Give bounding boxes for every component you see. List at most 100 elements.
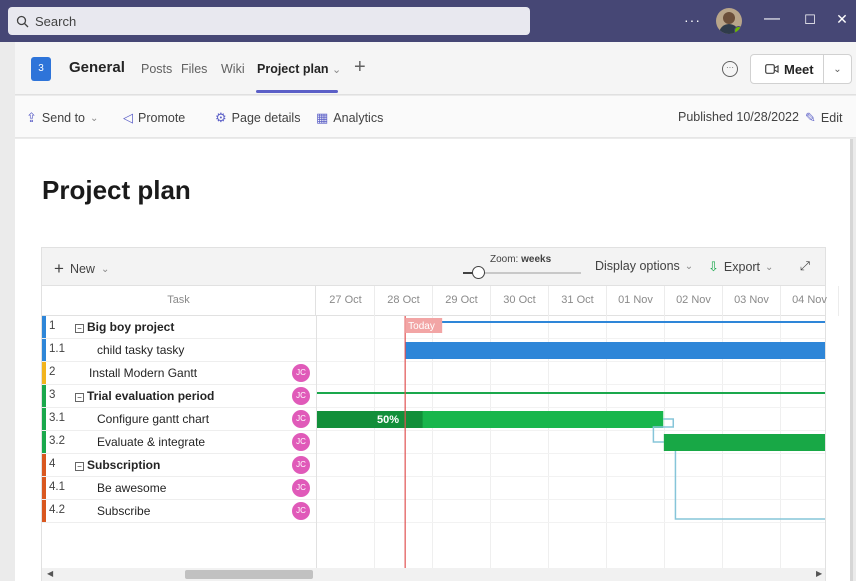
maximize-button[interactable]: ☐ bbox=[799, 12, 821, 28]
more-options-icon[interactable]: ··· bbox=[684, 12, 701, 28]
tab-wiki[interactable]: Wiki bbox=[221, 62, 245, 76]
task-row[interactable]: 4.2 Subscribe JC bbox=[42, 500, 316, 523]
send-to-button[interactable]: ⇪ Send to ⌄ bbox=[26, 110, 98, 126]
date-header: 04 Nov bbox=[781, 286, 839, 316]
chevron-down-icon: ⌄ bbox=[332, 64, 342, 76]
page-details-label: Page details bbox=[231, 111, 301, 125]
assignee-avatar[interactable]: JC bbox=[292, 387, 310, 405]
title-bar: Search ··· — ☐ ✕ bbox=[0, 0, 856, 42]
pencil-icon: ✎ bbox=[805, 110, 816, 125]
share-icon: ⇪ bbox=[26, 110, 37, 125]
avatar-face bbox=[723, 12, 735, 24]
task-row[interactable]: 1 − Big boy project bbox=[42, 316, 316, 339]
timeline-svg: 50% Today bbox=[317, 316, 825, 569]
task-name[interactable]: Subscribe bbox=[97, 504, 150, 518]
tab-project-plan[interactable]: Project plan ⌄ bbox=[257, 62, 341, 76]
task-bar bbox=[405, 342, 825, 359]
task-row[interactable]: 3.2 Evaluate & integrate JC bbox=[42, 431, 316, 454]
zoom-label: Zoom: weeks bbox=[490, 254, 551, 265]
task-name[interactable]: Be awesome bbox=[97, 481, 166, 495]
meet-dropdown-chevron-icon[interactable]: ⌄ bbox=[824, 64, 851, 75]
export-button[interactable]: ⇩ Export ⌄ bbox=[708, 259, 773, 275]
team-icon[interactable]: 3 bbox=[31, 57, 51, 81]
scroll-right-icon[interactable]: ▶ bbox=[816, 569, 822, 578]
task-row[interactable]: 2 Install Modern Gantt JC bbox=[42, 362, 316, 385]
page-content: Project plan + New ⌄ Zoom: weeks Display… bbox=[15, 139, 853, 581]
export-icon: ⇩ bbox=[708, 259, 719, 274]
dependency-connector bbox=[674, 451, 825, 520]
gantt-chart: + New ⌄ Zoom: weeks Display options ⌄ ⇩ … bbox=[41, 247, 839, 581]
page-details-button[interactable]: ⚙ Page details bbox=[215, 110, 300, 126]
task-name[interactable]: child tasky tasky bbox=[97, 343, 184, 357]
chevron-down-icon: ⌄ bbox=[765, 261, 774, 273]
task-row[interactable]: 3.1 Configure gantt chart JC bbox=[42, 408, 316, 431]
task-name[interactable]: Install Modern Gantt bbox=[89, 366, 197, 380]
page-toolbar: ⇪ Send to ⌄ ◁ Promote ⚙ Page details ▦ A… bbox=[15, 96, 856, 138]
send-to-label: Send to bbox=[41, 111, 85, 125]
collapse-icon[interactable]: − bbox=[75, 393, 84, 402]
add-tab-button[interactable]: + bbox=[354, 56, 366, 79]
date-header: 01 Nov bbox=[607, 286, 665, 316]
task-name[interactable]: Configure gantt chart bbox=[97, 412, 209, 426]
scroll-left-icon[interactable]: ◀ bbox=[47, 569, 53, 578]
collapse-icon[interactable]: − bbox=[75, 462, 84, 471]
chevron-down-icon: ⌄ bbox=[100, 263, 110, 275]
task-name[interactable]: − Subscription bbox=[75, 458, 160, 472]
user-avatar[interactable] bbox=[716, 8, 742, 34]
task-row[interactable]: 4.1 Be awesome JC bbox=[42, 477, 316, 500]
task-name[interactable]: − Big boy project bbox=[75, 320, 174, 334]
expand-icon[interactable]: ⤢ bbox=[800, 259, 810, 274]
meet-button[interactable]: Meet ⌄ bbox=[750, 54, 852, 84]
new-task-button[interactable]: + New ⌄ bbox=[54, 259, 109, 279]
task-color-bar bbox=[42, 431, 46, 453]
assignee-avatar[interactable]: JC bbox=[292, 479, 310, 497]
tab-posts[interactable]: Posts bbox=[141, 62, 172, 76]
date-header: 02 Nov bbox=[665, 286, 723, 316]
task-color-bar bbox=[42, 477, 46, 499]
task-name[interactable]: Evaluate & integrate bbox=[97, 435, 205, 449]
analytics-button[interactable]: ▦ Analytics bbox=[316, 110, 383, 126]
progress-label: 50% bbox=[377, 414, 399, 426]
zoom-prefix: Zoom: bbox=[490, 254, 522, 265]
assignee-avatar[interactable]: JC bbox=[292, 456, 310, 474]
search-placeholder: Search bbox=[35, 13, 77, 29]
scroll-thumb[interactable] bbox=[185, 570, 313, 579]
analytics-label: Analytics bbox=[333, 111, 384, 125]
date-header: 31 Oct bbox=[549, 286, 607, 316]
chevron-down-icon: ⌄ bbox=[684, 260, 694, 272]
collapse-icon[interactable]: − bbox=[75, 324, 84, 333]
edit-label: Edit bbox=[820, 111, 843, 125]
task-row[interactable]: 1.1 child tasky tasky bbox=[42, 339, 316, 362]
task-number: 1.1 bbox=[49, 343, 65, 355]
date-header: 29 Oct bbox=[433, 286, 491, 316]
chevron-down-icon: ⌄ bbox=[90, 112, 99, 124]
meet-button-main[interactable]: Meet bbox=[751, 62, 823, 77]
task-number: 4.2 bbox=[49, 504, 65, 516]
megaphone-icon: ◁ bbox=[123, 110, 133, 125]
chat-icon[interactable]: ··· bbox=[722, 61, 738, 77]
task-color-bar bbox=[42, 408, 46, 430]
edit-button[interactable]: ✎ Edit bbox=[805, 110, 842, 126]
task-number: 3 bbox=[49, 389, 56, 401]
display-options-button[interactable]: Display options ⌄ bbox=[595, 259, 693, 273]
date-header: 30 Oct bbox=[491, 286, 549, 316]
horizontal-scrollbar[interactable]: ◀ ▶ bbox=[42, 568, 825, 581]
task-row[interactable]: 3 − Trial evaluation period JC bbox=[42, 385, 316, 408]
minimize-button[interactable]: — bbox=[761, 10, 783, 28]
assignee-avatar[interactable]: JC bbox=[292, 364, 310, 382]
search-input[interactable]: Search bbox=[8, 7, 530, 35]
promote-button[interactable]: ◁ Promote bbox=[123, 110, 185, 126]
tab-files[interactable]: Files bbox=[181, 62, 207, 76]
gantt-toolbar: + New ⌄ Zoom: weeks Display options ⌄ ⇩ … bbox=[42, 248, 825, 286]
new-label: New bbox=[69, 262, 95, 276]
task-column-header[interactable]: Task bbox=[42, 286, 316, 316]
assignee-avatar[interactable]: JC bbox=[292, 502, 310, 520]
zoom-slider-thumb[interactable] bbox=[472, 266, 486, 279]
task-bar bbox=[663, 434, 825, 451]
task-row[interactable]: 4 − Subscription JC bbox=[42, 454, 316, 477]
plus-icon: + bbox=[54, 259, 64, 278]
assignee-avatar[interactable]: JC bbox=[292, 410, 310, 428]
close-button[interactable]: ✕ bbox=[831, 11, 853, 28]
task-name[interactable]: − Trial evaluation period bbox=[75, 389, 214, 403]
assignee-avatar[interactable]: JC bbox=[292, 433, 310, 451]
